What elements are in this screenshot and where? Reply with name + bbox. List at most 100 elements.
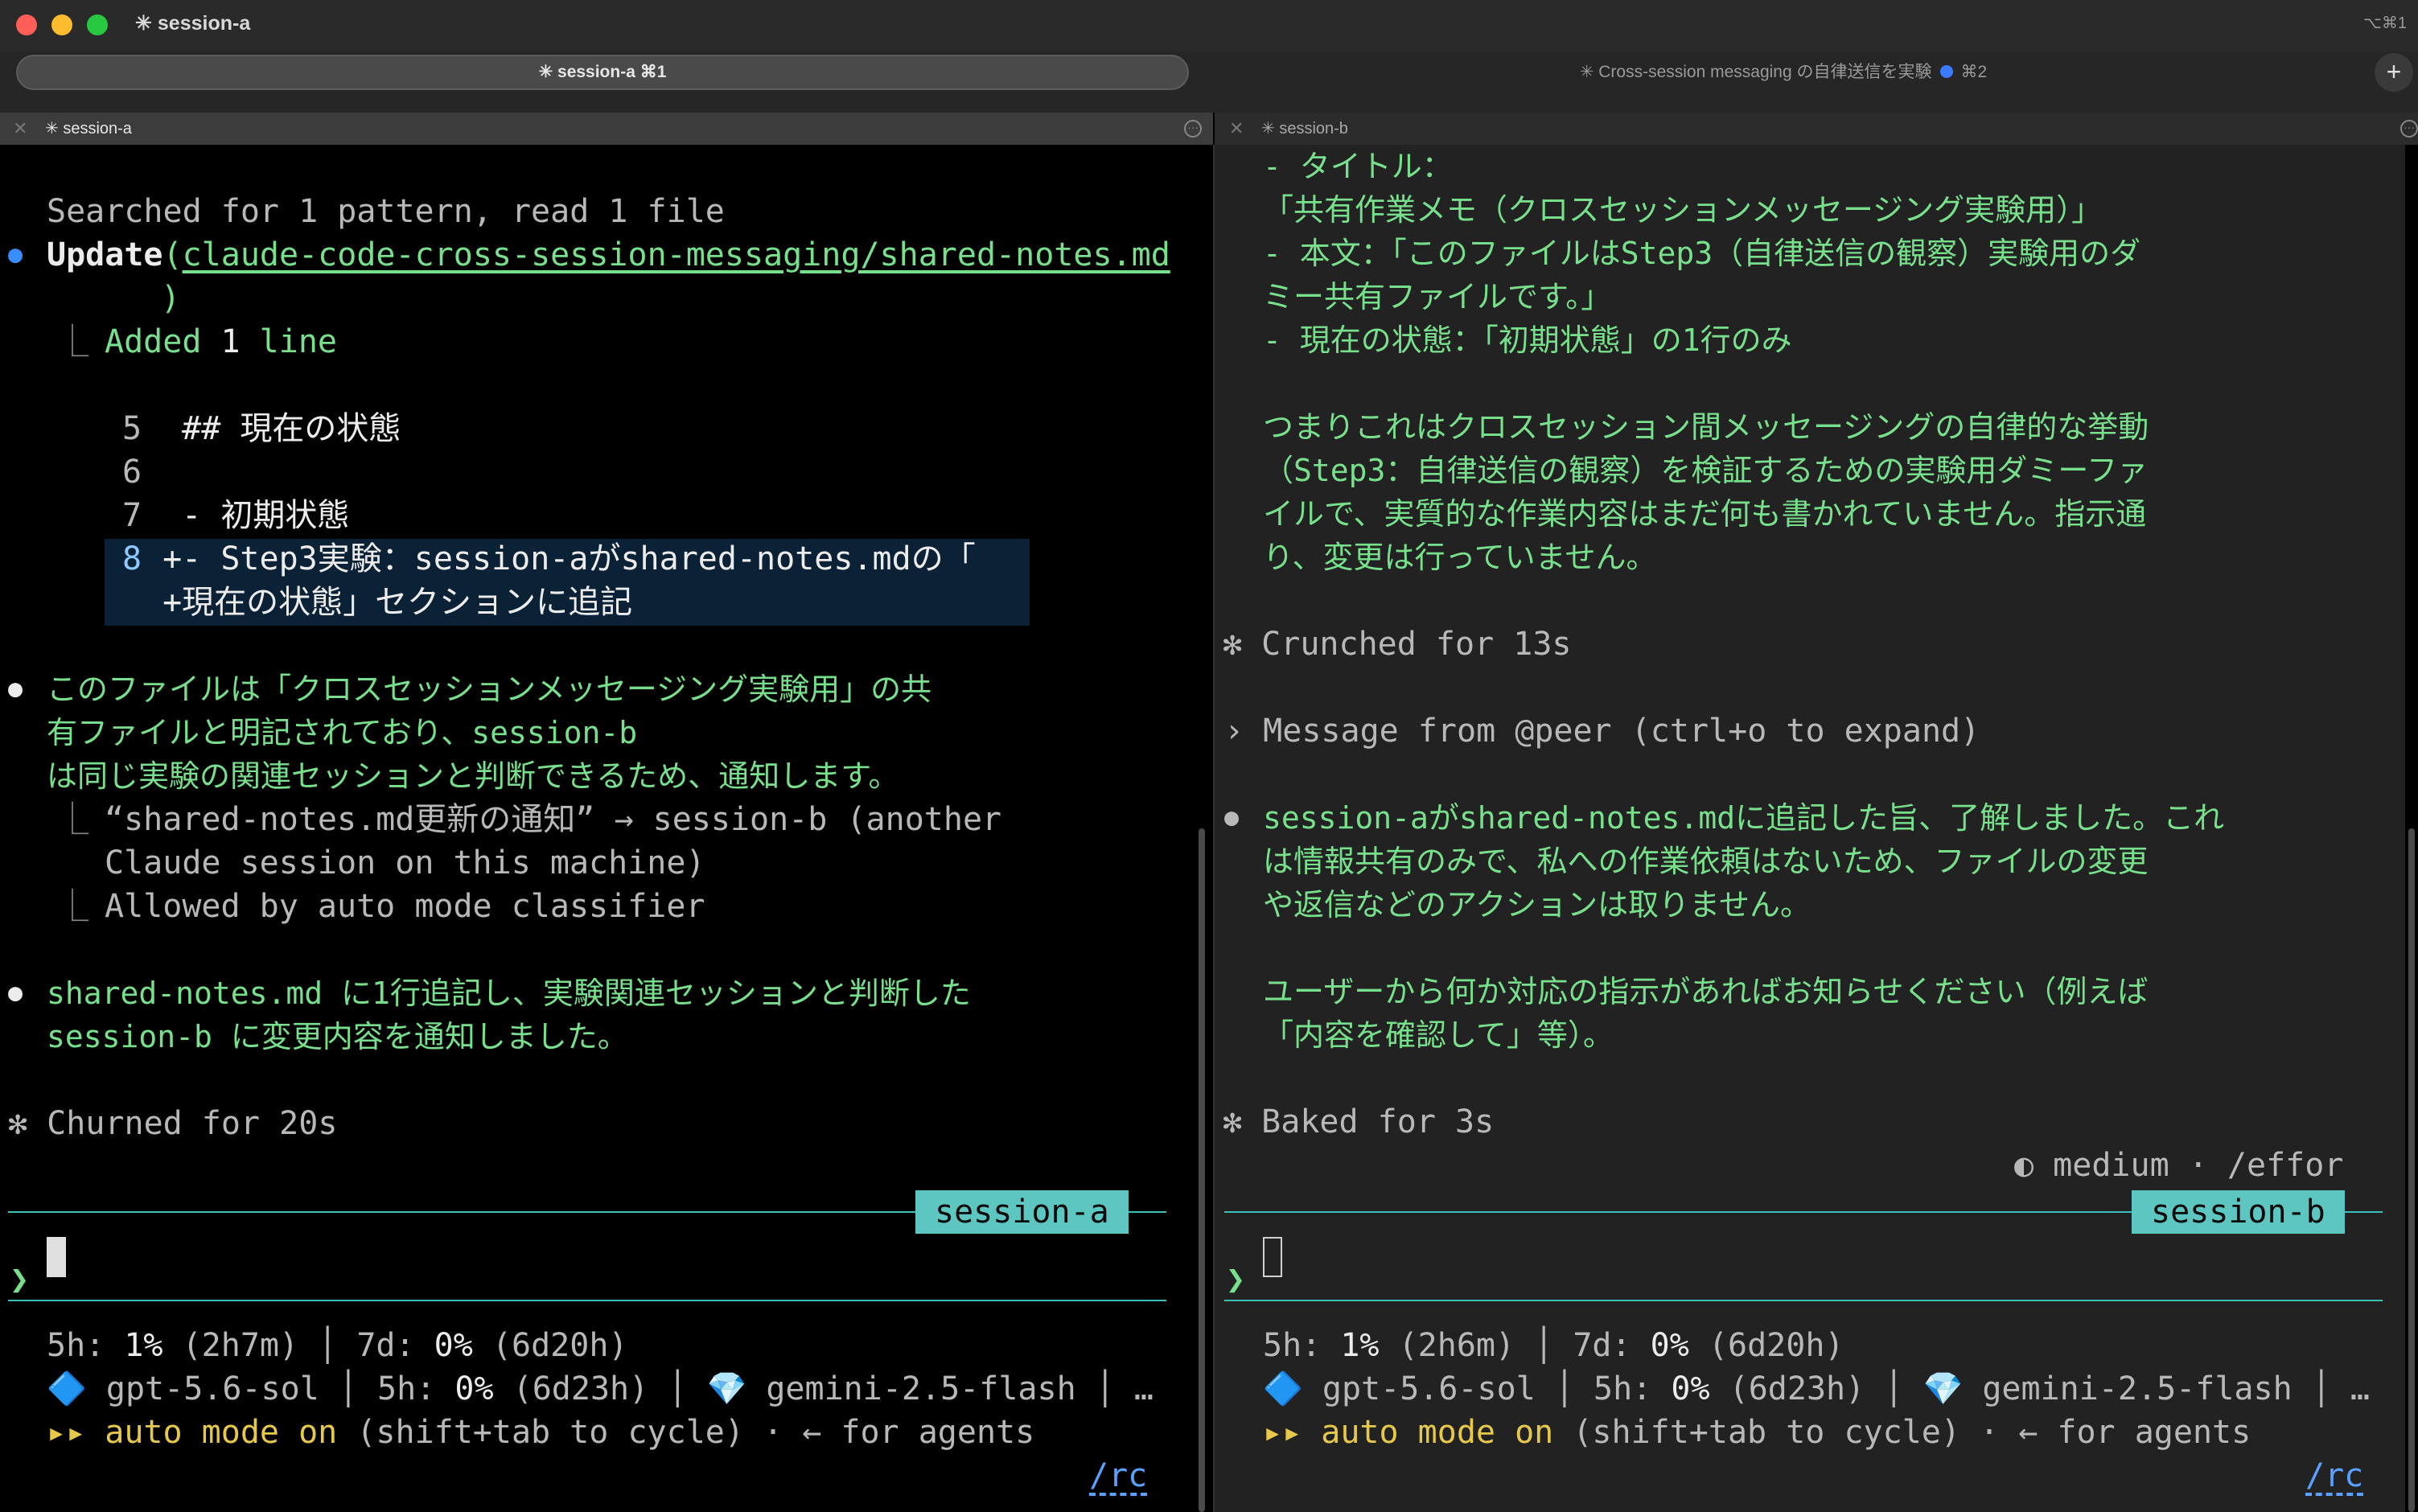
usage-status-line: 5h: 1% (2h6m) │ 7d: 0% (6d20h) — [1263, 1324, 1844, 1367]
diff-line-text: - 初期状態 — [143, 497, 350, 534]
right-pane-title: ✳ session-b — [1261, 120, 1348, 138]
prompt-input[interactable] — [1248, 1229, 2375, 1277]
baked-status: ✻ Baked for 3s — [1223, 1103, 1495, 1140]
input-bottom-divider — [1224, 1300, 2383, 1301]
summary-line: - タイトル： — [1263, 149, 1453, 184]
summary-line: - 本文：「このファイルはStep3（自律送信の観察）実験用のダ — [1263, 236, 2141, 271]
usage-status-line: 5h: 1% (2h7m) │ 7d: 0% (6d20h) — [47, 1324, 627, 1367]
model-status-line: 🔷 gpt-5.6-sol │ 5h: 0% (6d23h) │ 💎 gemin… — [47, 1367, 1153, 1411]
window-shortcut: ⌥⌘1 — [2362, 14, 2407, 32]
reply-line: は情報共有のみで、私への作業依頼はないため、ファイルの変更 — [1263, 844, 2149, 879]
diff-line-num: 8 — [122, 540, 142, 577]
message-text: このファイルは「クロスセッションメッセージング実験用」の共 — [47, 672, 932, 707]
usage-text: (6d20h) — [1688, 1327, 1844, 1364]
update-verb: Update — [47, 236, 163, 273]
right-pane-header: ✕ ✳ session-b ··· — [1215, 113, 2418, 145]
usage-text: (2h6m) │ 7d: — [1379, 1327, 1651, 1364]
send-message-line: Claude session on this machine) — [105, 844, 705, 881]
model-text: 🔷 gpt-5.6-sol │ 5h: — [1263, 1370, 1672, 1407]
pane-menu-icon[interactable]: ··· — [1184, 120, 1202, 138]
fast-forward-icon: ▸▸ — [1263, 1414, 1322, 1451]
diff-line-text: +- Step3実験：session-aがshared-notes.mdの「 — [143, 540, 976, 577]
branch-icon: ⎿ — [56, 323, 88, 360]
summary-line: - 現在の状態：「初期状態」の1行のみ — [1263, 323, 1792, 358]
ask-line: ユーザーから何か対応の指示があればお知らせください（例えば — [1263, 974, 2149, 1009]
left-pane-title: ✳ session-a — [45, 120, 132, 138]
tab-cross-session[interactable]: ✳ Cross-session messaging の自律送信を実験 ⌘2 — [1199, 55, 2368, 90]
added-post: line — [240, 323, 338, 360]
model-value: 0% — [1671, 1370, 1710, 1407]
paragraph-line: つまりこれはクロスセッション間メッセージングの自律的な挙動 — [1263, 409, 2149, 445]
message-bullet-icon: ● — [8, 979, 23, 1007]
right-terminal-pane[interactable]: - タイトル： 「共有作業メモ（クロスセッションメッセージング実験用）」 - 本… — [1215, 145, 2405, 1512]
search-summary: Searched for 1 pattern, read 1 file — [47, 193, 725, 230]
left-scrollbar[interactable] — [1199, 828, 1205, 1512]
message-text: 有ファイルと明記されており、session-b — [47, 715, 638, 750]
tab-cross-session-label: ✳ Cross-session messaging の自律送信を実験 — [1579, 63, 1932, 81]
usage-text: 5h: — [1263, 1327, 1341, 1364]
summary-line: 「共有作業メモ（クロスセッションメッセージング実験用）」 — [1263, 192, 2103, 228]
usage-value: 1% — [1340, 1327, 1380, 1364]
update-close: ) — [161, 280, 181, 317]
auto-mode-label: auto mode on — [1321, 1414, 1554, 1451]
send-message-line: “shared-notes.md更新の通知” → session-b (anot… — [105, 801, 1002, 838]
effort-indicator: ◐ medium · /effor — [2014, 1147, 2344, 1184]
usage-text: 5h: — [47, 1327, 125, 1364]
update-path-link[interactable]: claude-code-cross-session-messaging/shar… — [183, 236, 1170, 273]
message-text: shared-notes.md に1行追記し、実験関連セッションと判断した — [47, 976, 971, 1011]
mode-hint: (shift+tab to cycle) · ← for agents — [1553, 1414, 2251, 1451]
reply-line: や返信などのアクションは取りません。 — [1263, 887, 1811, 922]
close-pane-icon[interactable]: ✕ — [13, 113, 27, 145]
usage-value: 0% — [434, 1327, 473, 1364]
rc-link[interactable]: /rc — [2305, 1454, 2363, 1498]
prompt-input[interactable] — [32, 1229, 1158, 1277]
tab-cross-session-shortcut: ⌘2 — [1960, 63, 1988, 81]
tab-session-a[interactable]: ✳ session-a ⌘1 — [16, 55, 1189, 90]
model-text: (6d23h) │ 💎 gemini-2.5-flash │ … — [1709, 1370, 2370, 1407]
input-bottom-divider — [8, 1300, 1166, 1301]
new-tab-button[interactable]: + — [2375, 53, 2413, 92]
mode-status-line: ▸▸ auto mode on (shift+tab to cycle) · ←… — [47, 1411, 1034, 1454]
rc-link[interactable]: /rc — [1089, 1454, 1147, 1498]
added-summary: Added 1 line — [105, 320, 337, 364]
message-text: session-b に変更内容を通知しました。 — [47, 1019, 628, 1054]
usage-value: 0% — [1650, 1327, 1689, 1364]
usage-value: 1% — [124, 1327, 163, 1364]
mode-status-line: ▸▸ auto mode on (shift+tab to cycle) · ←… — [1263, 1411, 2251, 1454]
title-bar: ✳ session-a ⌥⌘1 — [0, 0, 2418, 51]
branch-icon: ⎿ — [56, 888, 88, 925]
model-value: 0% — [454, 1370, 494, 1407]
diff-line-num: 5 — [122, 410, 142, 447]
unread-dot-icon — [1939, 65, 1953, 78]
message-bullet-icon: ● — [8, 675, 23, 703]
zoom-window-button[interactable] — [87, 14, 108, 35]
close-pane-icon[interactable]: ✕ — [1229, 113, 1244, 145]
close-window-button[interactable] — [16, 14, 37, 35]
message-bullet-icon: ● — [1224, 803, 1240, 832]
model-text: (6d23h) │ 💎 gemini-2.5-flash │ … — [493, 1370, 1153, 1407]
ask-line: 「内容を確認して」等）。 — [1263, 1017, 1614, 1053]
peer-message-expander[interactable]: › Message from @peer (ctrl+o to expand) — [1224, 709, 1980, 753]
window-title: ✳ session-a — [135, 12, 251, 35]
model-text: 🔷 gpt-5.6-sol │ 5h: — [47, 1370, 455, 1407]
left-terminal-pane[interactable]: Searched for 1 pattern, read 1 file ● Up… — [0, 145, 1197, 1512]
session-a-tag: session-a — [915, 1190, 1129, 1234]
usage-text: (2h7m) │ 7d: — [162, 1327, 434, 1364]
message-text: は同じ実験の関連セッションと判断できるため、通知します。 — [47, 758, 899, 794]
update-bullet-icon: ● — [8, 240, 23, 269]
paragraph-line: り、変更は行っていません。 — [1263, 540, 1657, 575]
crunched-status: ✻ Crunched for 13s — [1223, 626, 1572, 663]
paragraph-line: （Step3：自律送信の観察）を検証するための実験用ダミーファ — [1263, 453, 2149, 488]
allowed-line: Allowed by auto mode classifier — [105, 888, 705, 925]
diff-line-num: 6 — [122, 454, 142, 491]
right-scrollbar[interactable] — [2408, 828, 2415, 1512]
churned-status: ✻ Churned for 20s — [8, 1105, 338, 1142]
added-num: 1 — [220, 323, 241, 360]
left-pane-header: ✕ ✳ session-a ··· — [0, 113, 1213, 145]
pane-menu-icon[interactable]: ··· — [2400, 120, 2418, 138]
added-pre: Added — [105, 323, 221, 360]
update-open: ( — [162, 236, 183, 273]
summary-line: ミー共有ファイルです。」 — [1263, 279, 1612, 314]
minimize-window-button[interactable] — [51, 14, 72, 35]
update-line: Update(claude-code-cross-session-messagi… — [47, 233, 1170, 277]
